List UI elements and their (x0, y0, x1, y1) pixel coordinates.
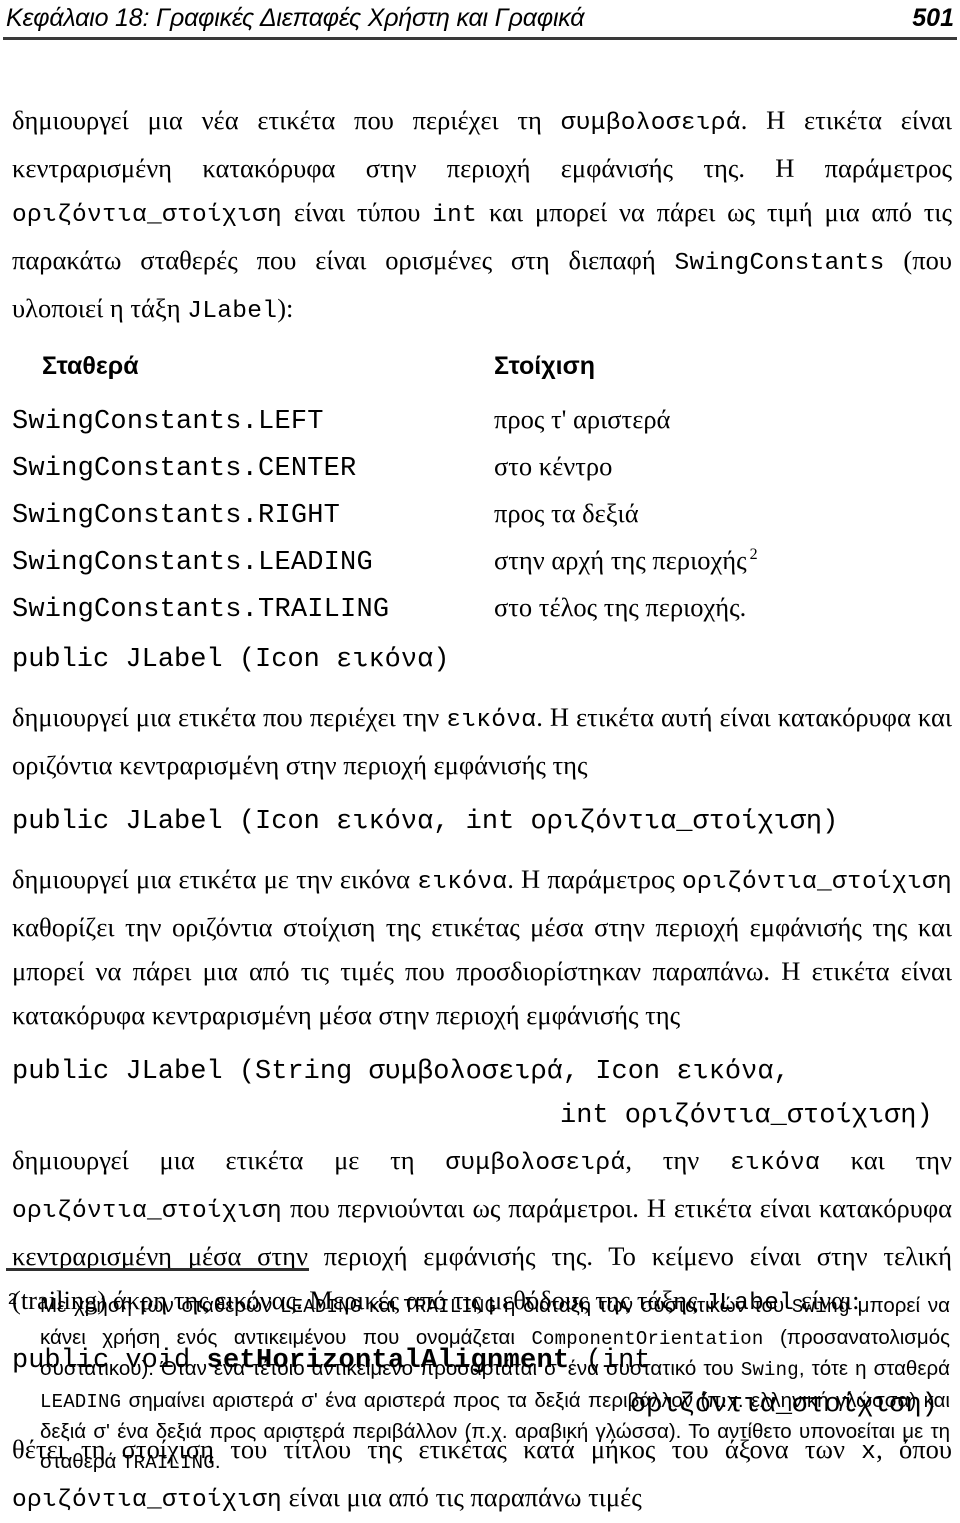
text-segment: , τότε η σταθερά (798, 1357, 950, 1380)
code-term: Swing (740, 1359, 799, 1381)
table-row: SwingConstants.CENTER στο κέντρο (12, 450, 952, 497)
text-segment: δημιουργεί μια ετικέτα με την εικόνα (12, 864, 418, 894)
alignment-description: στο τέλος της περιοχής. (494, 592, 747, 622)
code-term: οριζόντια_στοίχιση (12, 1487, 283, 1514)
method-signature-jlabel-full-line2: int οριζόντια_στοίχιση) (560, 1101, 933, 1131)
cell-alignment: στο κέντρο (494, 450, 952, 497)
code-term: οριζόντια_στοίχιση (681, 869, 952, 896)
footnote-text: 2 Με χρήση των σταθερών LEADING και TRAIL… (6, 1291, 950, 1478)
cell-constant: SwingConstants.RIGHT (12, 497, 494, 544)
text-segment: δημιουργεί μια νέα ετικέτα που περιέχει … (12, 105, 561, 135)
constant-name: SwingConstants.CENTER (12, 454, 357, 484)
code-term: οριζόντια_στοίχιση (12, 202, 283, 229)
cell-alignment: προς τα δεξιά (494, 497, 952, 544)
code-term: εικόνα (417, 869, 508, 896)
constant-name: SwingConstants.RIGHT (12, 501, 341, 531)
alignment-description: στην αρχή της περιοχής (494, 545, 747, 575)
code-term: TRAILING (122, 1451, 215, 1474)
cell-constant: SwingConstants.CENTER (12, 450, 494, 497)
alignment-description: προς τ' αριστερά (494, 404, 671, 434)
footnote-reference[interactable]: 2 (747, 546, 758, 563)
cell-alignment: στην αρχή της περιοχής 2 (494, 544, 952, 591)
text-segment: και την (819, 1145, 953, 1175)
method-signature-jlabel-full-line1: public JLabel (String συμβολοσειρά, Icon… (12, 1057, 790, 1087)
footnote-divider (6, 1268, 309, 1271)
text-segment: είναι τύπου (282, 197, 433, 227)
text-segment: , την (625, 1145, 730, 1175)
text-segment: Με χρήση των σταθερών (40, 1294, 281, 1317)
table-header-row: Σταθερά Στοίχιση (12, 352, 952, 403)
code-term: TRAILING (403, 1296, 497, 1318)
constant-name: SwingConstants.LEFT (12, 407, 324, 437)
footnote-area: 2 Με χρήση των σταθερών LEADING και TRAIL… (6, 1268, 950, 1478)
paragraph-intro: δημιουργεί μια νέα ετικέτα που περιέχει … (12, 98, 952, 334)
code-term: οριζόντια_στοίχιση (12, 1198, 283, 1225)
chapter-title: Κεφάλαιο 18: Γραφικές Διεπαφές Χρήστη κα… (6, 4, 585, 32)
cell-alignment: στο τέλος της περιοχής. (494, 591, 952, 638)
text-segment: η διάταξη των συστατικών του (496, 1294, 792, 1317)
cell-constant: SwingConstants.LEADING (12, 544, 494, 591)
code-term: Swing (791, 1296, 850, 1318)
constant-name: SwingConstants.LEADING (12, 548, 373, 578)
text-segment: . (214, 1449, 221, 1473)
paragraph-jlabel-icon: δημιουργεί μια ετικέτα που περιέχει την … (12, 695, 952, 787)
constant-name: SwingConstants.TRAILING (12, 595, 390, 625)
table-row: SwingConstants.LEFT προς τ' αριστερά (12, 403, 952, 450)
code-term: LEADING (280, 1296, 362, 1318)
cell-alignment: προς τ' αριστερά (494, 403, 952, 450)
page-number: 501 (912, 4, 954, 32)
table-row: SwingConstants.RIGHT προς τα δεξιά (12, 497, 952, 544)
paragraph-jlabel-icon-align: δημιουργεί μια ετικέτα με την εικόνα εικ… (12, 857, 952, 1037)
alignment-description: προς τα δεξιά (494, 498, 639, 528)
text-segment: καθορίζει την οριζόντια στοίχιση της ετι… (12, 912, 952, 1030)
text-segment: δημιουργεί μια ετικέτα που περιέχει την (12, 702, 447, 732)
code-term: JLabel (187, 298, 278, 325)
footnote-marker: 2 (8, 1291, 17, 1308)
method-signature-jlabel-icon: public JLabel (Icon εικόνα) (12, 645, 450, 675)
text-segment: και (361, 1294, 404, 1317)
code-term: ComponentOrientation (531, 1327, 764, 1350)
code-term: SwingConstants (674, 250, 885, 277)
table-row: SwingConstants.TRAILING στο τέλος της πε… (12, 591, 952, 638)
text-segment: ): (277, 293, 294, 323)
column-header-alignment: Στοίχιση (494, 352, 595, 380)
alignment-description: στο κέντρο (494, 451, 613, 481)
code-term: συμβολοσειρά (560, 110, 741, 137)
table-row: SwingConstants.LEADING στην αρχή της περ… (12, 544, 952, 591)
method-signature-jlabel-icon-align: public JLabel (Icon εικόνα, int οριζόντι… (12, 807, 839, 837)
code-term: LEADING (40, 1390, 122, 1413)
code-term: int (432, 202, 478, 229)
header-divider (3, 37, 957, 40)
document-page: Κεφάλαιο 18: Γραφικές Διεπαφές Χρήστη κα… (0, 0, 960, 1514)
constants-table: Σταθερά Στοίχιση SwingConstants.LEFT προ… (12, 352, 952, 638)
code-term: εικόνα (446, 707, 537, 734)
column-header-constant: Σταθερά (42, 352, 139, 380)
cell-constant: SwingConstants.LEFT (12, 403, 494, 450)
cell-constant: SwingConstants.TRAILING (12, 591, 494, 638)
code-term: συμβολοσειρά (445, 1150, 626, 1177)
code-term: εικόνα (729, 1150, 820, 1177)
text-segment: δημιουργεί μια ετικέτα με τη (12, 1145, 446, 1175)
running-head: Κεφάλαιο 18: Γραφικές Διεπαφές Χρήστη κα… (6, 4, 954, 38)
text-segment: . Η παράμετρος (507, 864, 682, 894)
text-segment: είναι μια από τις παραπάνω τιμές (282, 1482, 642, 1512)
